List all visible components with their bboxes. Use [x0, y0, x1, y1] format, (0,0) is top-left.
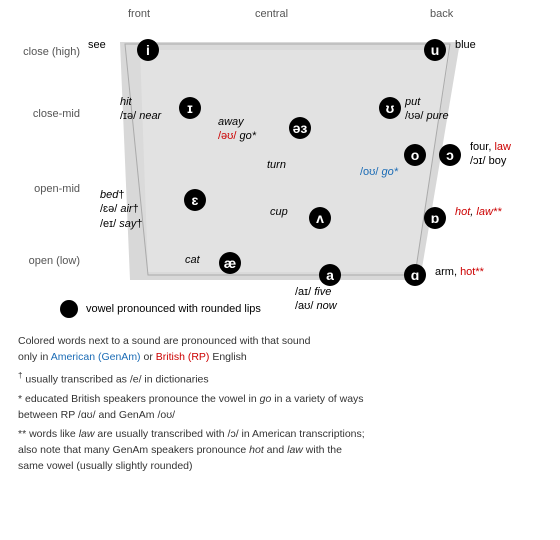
vowel-open-o2-label: hot, law** [455, 205, 502, 219]
row-label-open-mid: open-mid [2, 183, 80, 195]
row-label-close-mid: close-mid [2, 108, 80, 120]
vowel-ash: æ [219, 252, 241, 274]
vowel-upsilon: ʊ [379, 97, 401, 119]
vowel-o-label: four, law/ɔɪ/ boy [470, 140, 511, 169]
vowel-i: i [137, 39, 159, 61]
vowel-I-label: hit/ɪə/ near [120, 95, 161, 124]
vowel-epsilon: ɛ [184, 189, 206, 211]
vowel-o: o [404, 144, 426, 166]
vowel-u: u [424, 39, 446, 61]
legend-circle-icon [60, 300, 78, 318]
vowel-diagram: front central back close (high) close-mi… [0, 0, 560, 330]
legend-text: vowel pronounced with rounded lips [86, 303, 261, 315]
col-label-central: central [255, 8, 288, 20]
notes-area: Colored words next to a sound are pronou… [10, 330, 550, 483]
vowel-wedge: ʌ [309, 207, 331, 229]
legend: vowel pronounced with rounded lips [60, 300, 261, 318]
row-label-close: close (high) [2, 46, 80, 58]
vowel-i-label: see [88, 38, 106, 52]
vowel-a: a [319, 264, 341, 286]
vowel-a-label: /aɪ/ five/aʊ/ now [295, 285, 337, 314]
vowel-turn-label: turn [267, 158, 286, 172]
vowel-open-o2: ɒ [424, 207, 446, 229]
vowel-alpha-label: arm, hot** [435, 265, 484, 279]
vowel-wedge-label: cup [270, 205, 288, 219]
col-label-back: back [430, 8, 453, 20]
row-label-open: open (low) [2, 255, 80, 267]
vowel-go-label: /oʊ/ go* [360, 165, 398, 179]
vowel-schwa-mid: əɜ [289, 117, 311, 139]
note-star: * educated British speakers pronounce th… [18, 392, 542, 424]
vowel-upsilon-label: put/ʊə/ pure [405, 95, 449, 124]
vowel-open-o: ɔ [439, 144, 461, 166]
note-colored: Colored words next to a sound are pronou… [18, 334, 542, 366]
vowel-u-label: blue [455, 38, 476, 52]
vowel-I: ɪ [179, 97, 201, 119]
col-label-front: front [128, 8, 150, 20]
vowel-epsilon-label: bed†/ɛə/ air†/eɪ/ say† [100, 188, 142, 231]
vowel-ash-label: cat [185, 253, 200, 267]
vowel-schwa-label: away /əʊ/ go* [218, 115, 256, 144]
note-double-star: ** words like law are usually transcribe… [18, 427, 542, 474]
note-dagger: † usually transcribed as /e/ in dictiona… [18, 370, 542, 388]
vowel-alpha: ɑ [404, 264, 426, 286]
